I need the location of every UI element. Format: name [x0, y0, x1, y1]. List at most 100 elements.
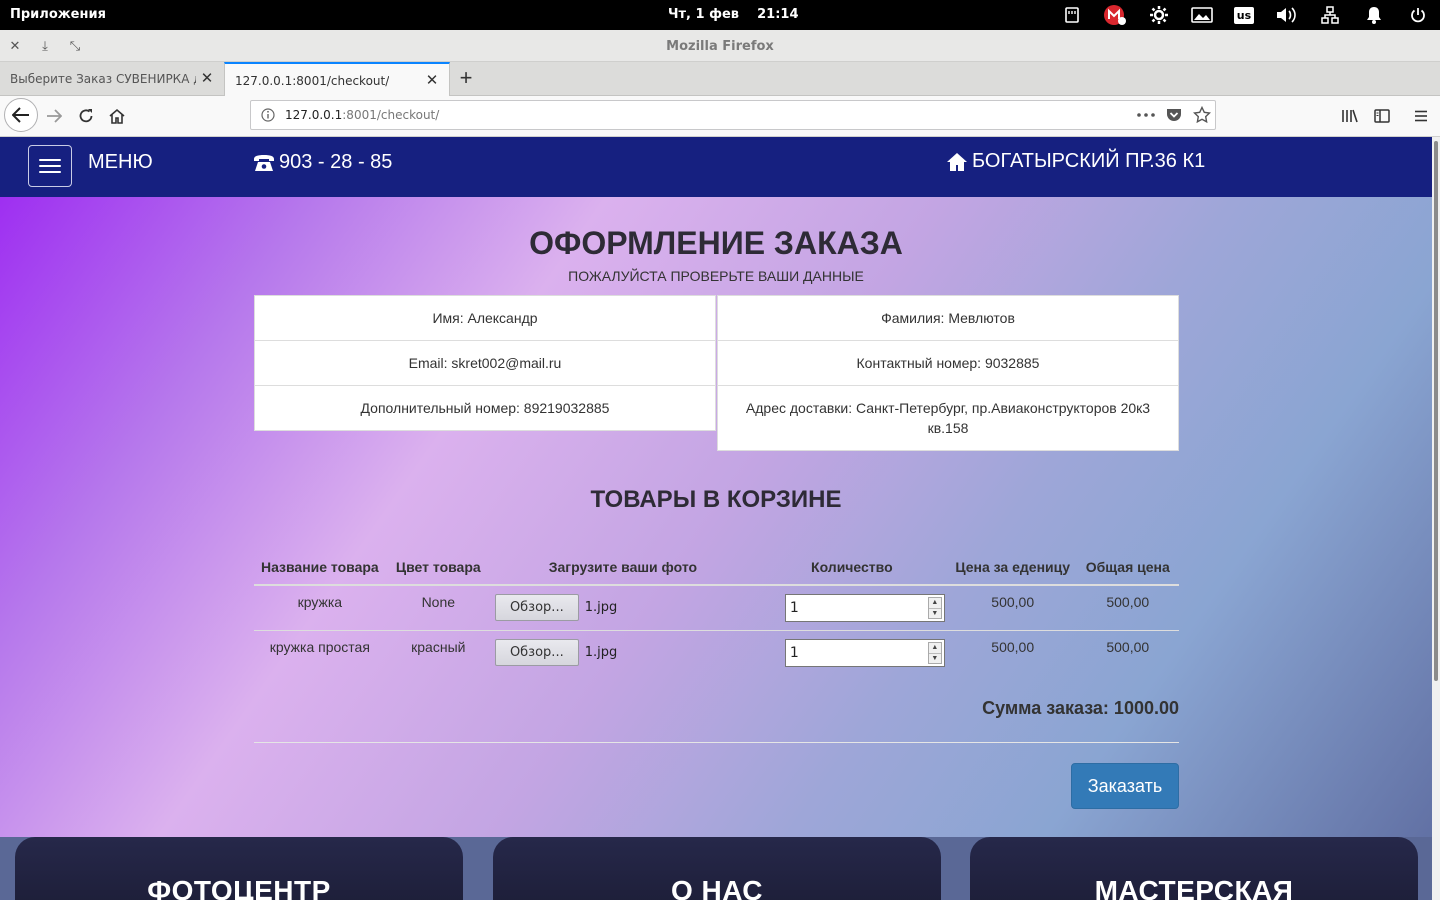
url-path: :8001/checkout/	[342, 108, 440, 122]
unit-price: 500,00	[948, 585, 1077, 631]
phone-link[interactable]: 903 - 28 - 85	[253, 151, 392, 174]
file-input: Обзор... 1.jpg	[494, 594, 751, 621]
menu-label[interactable]: МЕНЮ	[88, 151, 153, 174]
keyboard-layout-indicator[interactable]: us	[1230, 0, 1258, 30]
bookmark-star-icon[interactable]	[1191, 104, 1213, 126]
hamburger-line	[39, 171, 61, 173]
product-name: кружка простая	[269, 639, 370, 655]
product-name: кружка	[254, 585, 386, 631]
quantity-spinner[interactable]: ▲ ▼	[927, 597, 942, 619]
quantity-value: 1	[789, 600, 799, 616]
home-icon	[947, 152, 967, 171]
info-delivery-address: Адрес доставки: Санкт-Петербург, пр.Авиа…	[745, 400, 1151, 436]
unit-price: 500,00	[991, 639, 1035, 655]
sd-card-icon[interactable]	[1058, 0, 1086, 30]
photo-upload-cell: Обзор... 1.jpg	[490, 585, 755, 631]
quantity-stepper[interactable]: 1 ▲ ▼	[784, 594, 945, 622]
page-subtitle: ПОЖАЛУЙСТА ПРОВЕРЬТЕ ВАШИ ДАННЫЕ	[568, 268, 864, 284]
tab-close-icon[interactable]: ✕	[199, 70, 215, 86]
volume-icon[interactable]	[1272, 0, 1300, 30]
clock[interactable]: Чт, 1 фев 21:14	[668, 7, 799, 22]
total-price: 500,00	[1106, 639, 1150, 655]
quantity-value: 1	[789, 645, 799, 661]
window-title: Mozilla Firefox	[666, 39, 774, 54]
hamburger-line	[39, 165, 61, 167]
hamburger-line	[39, 159, 61, 161]
reload-icon[interactable]	[72, 102, 100, 130]
tab-close-icon[interactable]: ✕	[424, 72, 440, 88]
col-header-color: Цвет товара	[385, 555, 491, 586]
tab-checkout[interactable]: 127.0.0.1:8001/checkout/ ✕	[224, 62, 450, 97]
network-icon[interactable]	[1316, 0, 1344, 30]
quantity-cell: 1 ▲ ▼	[754, 585, 949, 631]
footer-card-workshop[interactable]: МАСТЕРСКАЯ	[970, 837, 1418, 900]
forward-button[interactable]	[40, 102, 68, 130]
library-icon[interactable]	[1336, 102, 1364, 130]
info-extra-phone: Дополнительный номер: 89219032885	[360, 400, 610, 416]
url-host: 127.0.0.1	[285, 108, 343, 122]
info-surname: Фамилия: Мевлютов	[718, 296, 1178, 341]
selected-file-name: 1.jpg	[584, 645, 618, 660]
scrollbar-thumb[interactable]	[1434, 141, 1438, 681]
info-email: Email: skret002@mail.ru	[255, 341, 715, 386]
app-menu-icon[interactable]	[1407, 102, 1435, 130]
cart-title: ТОВАРЫ В КОРЗИНЕ	[590, 486, 842, 513]
col-header-qty: Количество	[754, 555, 949, 586]
menu-toggle-button[interactable]	[28, 145, 72, 187]
product-color: красный	[411, 639, 466, 655]
home-icon[interactable]	[103, 102, 131, 130]
quantity-spinner[interactable]: ▲ ▼	[927, 642, 942, 664]
sidebar-toggle-icon[interactable]	[1368, 102, 1396, 130]
order-button[interactable]: Заказать	[1071, 763, 1179, 809]
table-row: кружка простая красный Обзор... 1.jpg 1 …	[254, 631, 1179, 676]
power-icon[interactable]	[1404, 0, 1432, 30]
browse-button[interactable]: Обзор...	[494, 639, 579, 666]
footer-card-photocenter[interactable]: ФОТОЦЕНТР	[15, 837, 463, 900]
file-input: Обзор... 1.jpg	[494, 639, 751, 666]
total-price: 500,00	[1076, 585, 1179, 631]
navigation-toolbar: 127.0.0.1:8001/checkout/	[0, 96, 1440, 137]
tab-strip: Выберите Заказ СУВЕНИРКА для ✕ 127.0.0.1…	[0, 62, 1440, 97]
pocket-icon[interactable]	[1163, 104, 1185, 126]
divider	[254, 742, 1179, 743]
photo-upload-cell: Обзор... 1.jpg	[491, 631, 755, 676]
spin-up-icon[interactable]: ▲	[928, 643, 941, 654]
table-row: кружка None Обзор... 1.jpg 1 ▲ ▼ 500,00 5…	[254, 585, 1179, 631]
spin-up-icon[interactable]: ▲	[928, 598, 941, 609]
mega-sync-icon[interactable]	[1101, 0, 1129, 30]
footer-card-title: О НАС	[670, 875, 764, 900]
applications-menu[interactable]: Приложения	[10, 7, 106, 22]
tab-label: 127.0.0.1:8001/checkout/	[235, 74, 390, 88]
settings-gear-icon[interactable]	[1145, 0, 1173, 30]
info-name: Имя: Александр	[255, 296, 715, 341]
selected-file-name: 1.jpg	[584, 600, 618, 615]
col-header-total-price: Общая цена	[1076, 555, 1179, 586]
cart-table: Название товара Цвет товара Загрузите ва…	[254, 555, 1179, 676]
page-actions-icon[interactable]	[1135, 104, 1157, 126]
tab-souvenirka[interactable]: Выберите Заказ СУВЕНИРКА для ✕	[0, 62, 224, 96]
address-link[interactable]: БОГАТЫРСКИЙ ПР.36 К1	[946, 150, 1205, 173]
product-color: None	[385, 585, 491, 631]
site-navbar: МЕНЮ 903 - 28 - 85 БОГАТЫРСКИЙ ПР.36 К1	[0, 137, 1432, 197]
info-contact-phone: Контактный номер: 9032885	[718, 341, 1178, 386]
col-header-name: Название товара	[254, 555, 386, 586]
quantity-cell: 1 ▲ ▼	[755, 631, 949, 676]
new-tab-icon[interactable]: +	[456, 67, 476, 89]
screen-icon[interactable]	[1188, 0, 1216, 30]
spin-down-icon[interactable]: ▼	[929, 609, 941, 619]
phone-icon	[254, 154, 274, 171]
quantity-stepper[interactable]: 1 ▲ ▼	[784, 639, 945, 667]
address-text: БОГАТЫРСКИЙ ПР.36 К1	[972, 150, 1206, 172]
footer-card-title: ФОТОЦЕНТР	[147, 875, 331, 900]
back-button[interactable]	[4, 98, 38, 132]
site-info-icon[interactable]	[261, 108, 275, 122]
page-scrollbar[interactable]	[1432, 137, 1440, 900]
url-bar[interactable]: 127.0.0.1:8001/checkout/	[250, 100, 1216, 130]
notifications-bell-icon[interactable]	[1360, 0, 1388, 30]
footer-card-about[interactable]: О НАС	[493, 837, 941, 900]
tab-label: Выберите Заказ СУВЕНИРКА для	[10, 72, 196, 86]
customer-info-left: Имя: Александр Email: skret002@mail.ru Д…	[254, 295, 716, 431]
spin-down-icon[interactable]: ▼	[929, 654, 941, 664]
browse-button[interactable]: Обзор...	[494, 594, 579, 621]
page-viewport: МЕНЮ 903 - 28 - 85 БОГАТЫРСКИЙ ПР.36 К1 …	[0, 137, 1432, 900]
